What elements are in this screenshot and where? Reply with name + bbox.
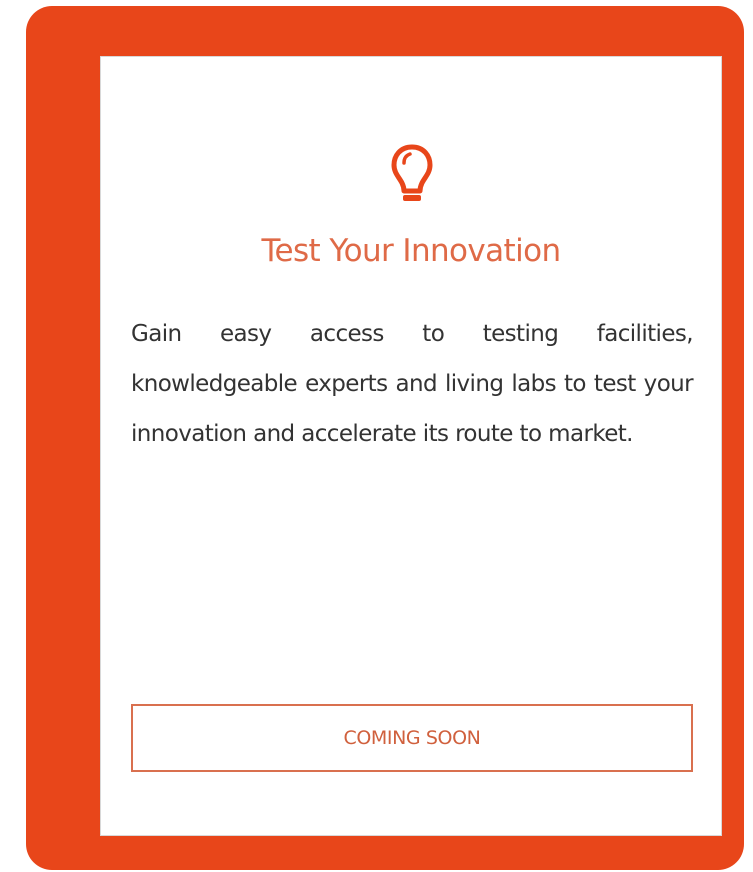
- lightbulb-icon: [391, 144, 433, 201]
- card-description: Gain easy access to testing facilities, …: [131, 321, 694, 447]
- coming-soon-button[interactable]: COMING SOON: [131, 704, 693, 772]
- feature-card: Test Your Innovation Gain easy access to…: [100, 56, 722, 836]
- card-frame: Test Your Innovation Gain easy access to…: [26, 6, 744, 870]
- card-title: Test Your Innovation: [261, 233, 561, 269]
